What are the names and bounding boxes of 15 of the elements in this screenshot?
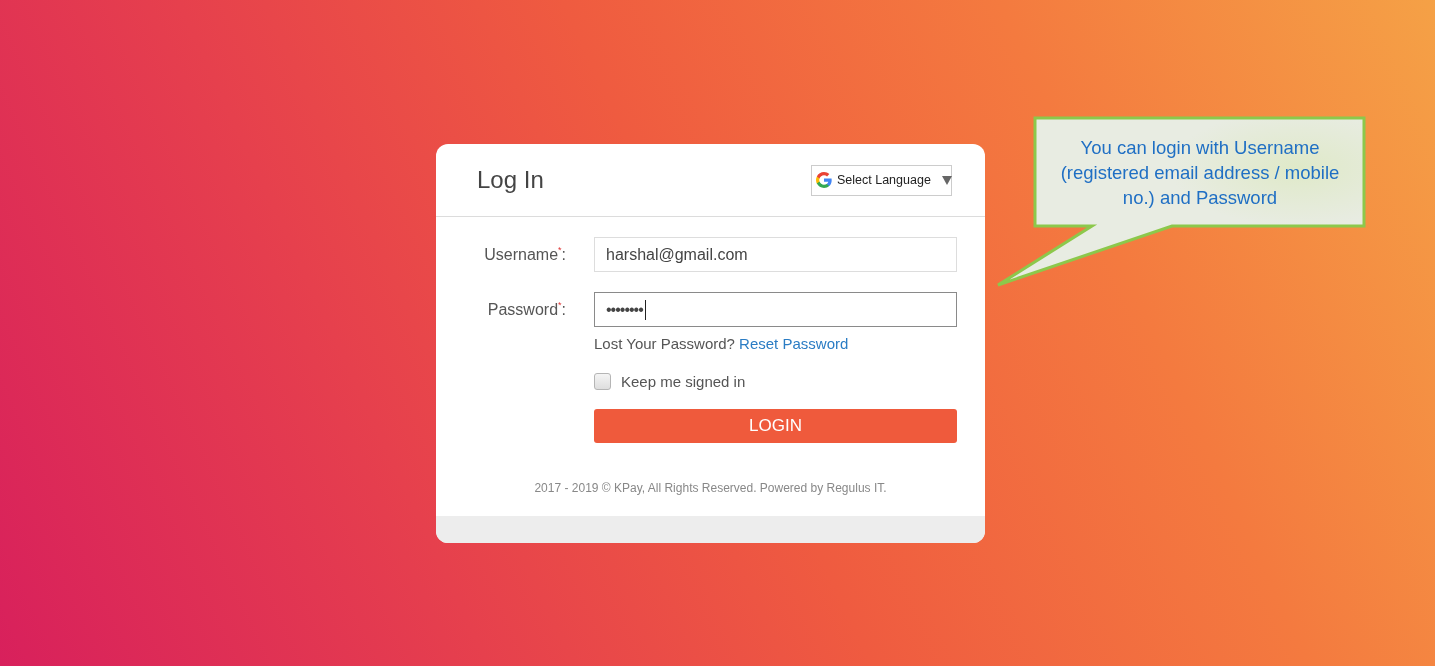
copyright-text: 2017 - 2019 © KPay, All Rights Reserved. Powered by Regulus IT. — [533, 481, 888, 495]
lost-password-text: Lost Your Password? Reset Password — [594, 335, 850, 352]
keep-signed-in-label[interactable]: Keep me signed in — [621, 373, 746, 390]
checkbox[interactable] — [594, 373, 611, 390]
callout-text: You can login with Username (registered email address / mobile no.) and Password — [1059, 136, 1341, 210]
caret-icon — [941, 175, 952, 185]
reset-password-link[interactable]: Reset Password — [739, 335, 849, 352]
field-label: Password$^{*}$: — [486, 300, 566, 319]
login-title: Log In — [477, 166, 544, 194]
field-label: Username$^{*}$: — [483, 245, 566, 264]
multicolor-g-icon — [816, 172, 832, 188]
text-cursor-icon — [644, 299, 646, 320]
input-field[interactable]: harshal@gmail.com — [594, 237, 957, 272]
input-field[interactable]: •••••••• — [594, 292, 957, 327]
language-select-button[interactable]: Select Language — [811, 164, 952, 196]
